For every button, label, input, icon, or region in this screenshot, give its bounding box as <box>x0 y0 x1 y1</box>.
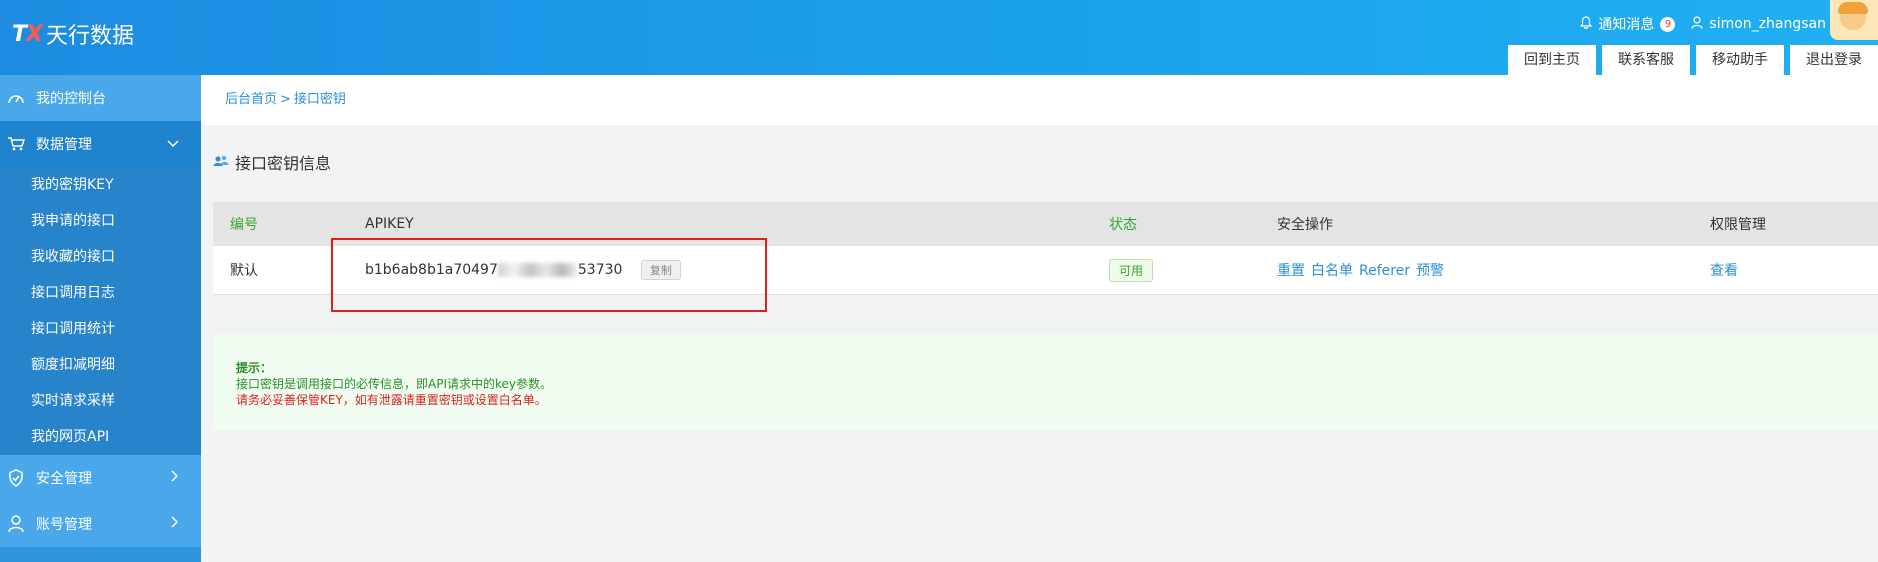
status-cell: 可用 <box>1109 258 1154 282</box>
header-user-area: 通知消息 9 simon_zhangsan <box>1564 14 1826 34</box>
whitelist-link[interactable]: 白名单 <box>1311 263 1353 279</box>
sidebar-item-label: 我的控制台 <box>36 91 106 107</box>
sidebar-item-console[interactable]: 我的控制台 <box>0 75 201 121</box>
breadcrumb: 后台首页 > 接口密钥 <box>201 75 1878 125</box>
top-header: TX 天行数据 通知消息 9 simon_zhangsan 回到主页 联系客服 … <box>0 0 1878 75</box>
notification-label: 通知消息 <box>1598 17 1655 33</box>
logout-button[interactable]: 退出登录 <box>1790 45 1878 75</box>
mobile-assistant-button[interactable]: 移动助手 <box>1696 45 1784 75</box>
avatar[interactable] <box>1830 0 1878 40</box>
notification-badge: 9 <box>1660 16 1676 32</box>
tips-title: 提示： <box>236 361 273 375</box>
sidebar-item-label: 账号管理 <box>36 517 92 533</box>
main-content: 后台首页 > 接口密钥 接口密钥信息 编号 APIKEY 状态 安全操作 权限管理 … <box>201 75 1878 562</box>
logo-mark: TX <box>12 21 43 47</box>
tips-line-1: 接口密钥是调用接口的必传信息，即API请求中的key参数。 <box>236 377 552 391</box>
reset-key-link[interactable]: 重置 <box>1277 263 1305 279</box>
sidebar-item-label: 安全管理 <box>36 471 92 487</box>
sidebar-subitem-call-log[interactable]: 接口调用日志 <box>0 275 201 311</box>
logo[interactable]: TX 天行数据 <box>12 18 134 50</box>
bell-icon <box>1580 15 1593 33</box>
sidebar-subitem-favorite-apis[interactable]: 我收藏的接口 <box>0 239 201 275</box>
username: simon_zhangsan <box>1709 16 1826 32</box>
sidebar-item-data-management[interactable]: 数据管理 <box>0 121 201 167</box>
sidebar-subitem-web-api[interactable]: 我的网页API <box>0 419 201 455</box>
chevron-right-icon <box>171 455 179 501</box>
sidebar-item-security[interactable]: 安全管理 <box>0 455 201 501</box>
user-icon <box>6 514 26 534</box>
sidebar-subitem-my-key[interactable]: 我的密钥KEY <box>0 167 201 203</box>
security-ops: 重置 白名单 Referer 预警 <box>1277 260 1450 280</box>
referer-link[interactable]: Referer <box>1359 263 1410 279</box>
row-id: 默认 <box>230 263 258 279</box>
notification-link[interactable]: 通知消息 9 <box>1580 14 1676 34</box>
users-icon <box>213 153 229 172</box>
view-permissions-link[interactable]: 查看 <box>1710 260 1738 280</box>
user-menu[interactable]: simon_zhangsan <box>1691 15 1826 33</box>
sidebar-subitem-quota-detail[interactable]: 额度扣减明细 <box>0 347 201 383</box>
contact-support-button[interactable]: 联系客服 <box>1602 45 1690 75</box>
breadcrumb-current-link[interactable]: 接口密钥 <box>294 92 346 107</box>
column-header-id: 编号 <box>230 217 258 233</box>
sidebar: 我的控制台 数据管理 我的密钥KEY 我申请的接口 我收藏的接口 接口调用日志 … <box>0 75 201 562</box>
sidebar-subitem-applied-apis[interactable]: 我申请的接口 <box>0 203 201 239</box>
sidebar-subitem-call-stats[interactable]: 接口调用统计 <box>0 311 201 347</box>
chevron-down-icon <box>167 121 179 167</box>
column-header-apikey: APIKEY <box>365 216 414 232</box>
alert-link[interactable]: 预警 <box>1416 263 1444 279</box>
logo-text: 天行数据 <box>45 24 134 49</box>
shield-icon <box>6 468 26 488</box>
sidebar-submenu: 我的密钥KEY 我申请的接口 我收藏的接口 接口调用日志 接口调用统计 额度扣减… <box>0 167 201 455</box>
column-header-permissions: 权限管理 <box>1710 217 1766 233</box>
user-icon <box>1691 15 1704 33</box>
section-title-text: 接口密钥信息 <box>235 154 332 173</box>
column-header-status: 状态 <box>1109 217 1137 233</box>
breadcrumb-separator: > <box>280 92 291 107</box>
tips-line-2: 请务必妥善保管KEY，如有泄露请重置密钥或设置白名单。 <box>236 393 547 407</box>
highlight-box <box>331 238 767 312</box>
chevron-right-icon <box>171 501 179 547</box>
dashboard-icon <box>6 88 26 108</box>
column-header-security-ops: 安全操作 <box>1277 217 1333 233</box>
sidebar-item-account[interactable]: 账号管理 <box>0 501 201 547</box>
header-nav: 回到主页 联系客服 移动助手 退出登录 <box>1502 45 1878 75</box>
sidebar-item-label: 数据管理 <box>36 137 92 153</box>
status-badge: 可用 <box>1109 258 1154 282</box>
sidebar-subitem-request-sampling[interactable]: 实时请求采样 <box>0 383 201 419</box>
breadcrumb-home-link[interactable]: 后台首页 <box>225 92 277 107</box>
tips-box: 提示： 接口密钥是调用接口的必传信息，即API请求中的key参数。 请务必妥善保… <box>213 335 1878 430</box>
section-title: 接口密钥信息 <box>213 150 331 174</box>
home-button[interactable]: 回到主页 <box>1508 45 1596 75</box>
cart-icon <box>6 134 26 154</box>
